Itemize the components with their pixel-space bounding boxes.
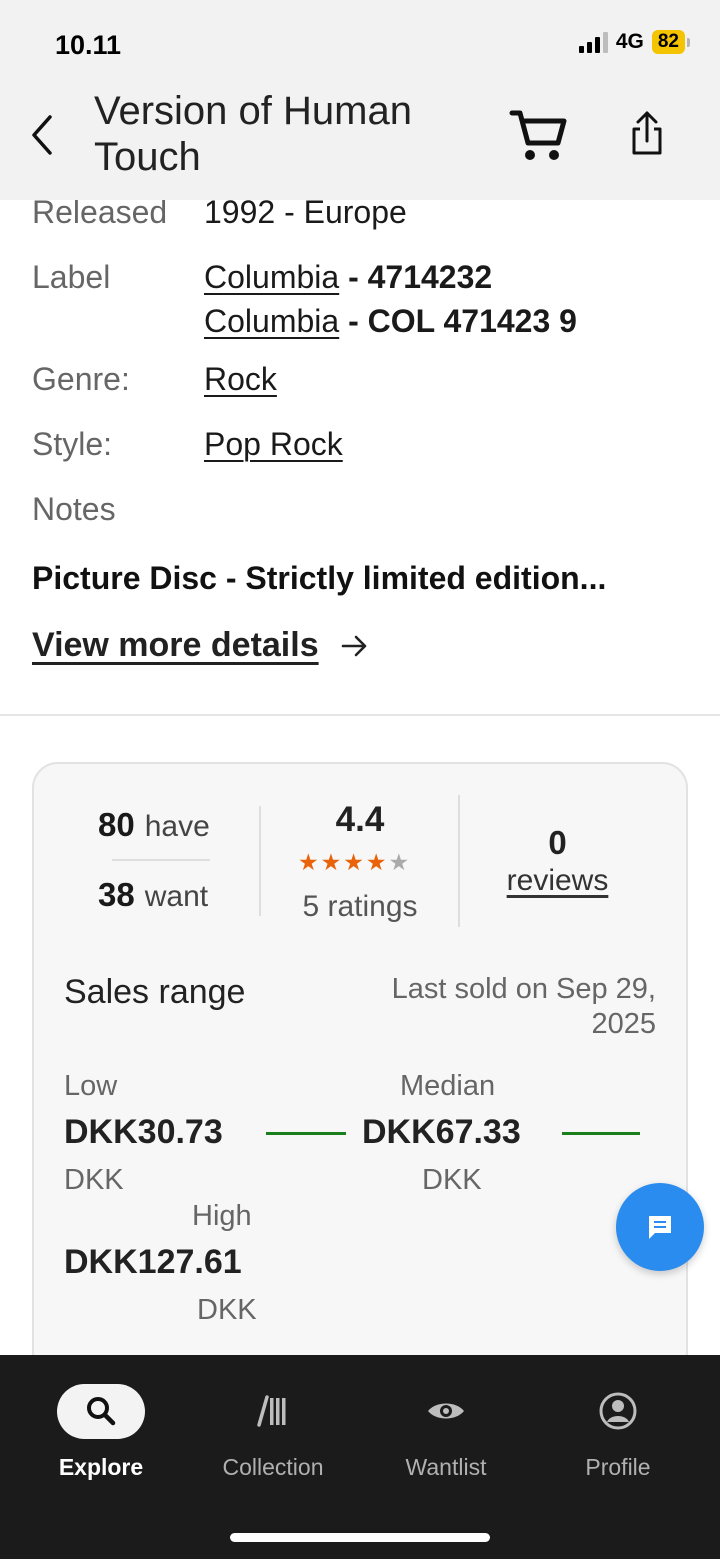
status-time: 10.11 xyxy=(55,30,122,60)
nav-collection[interactable]: Collection xyxy=(188,1381,358,1481)
nav-profile[interactable]: Profile xyxy=(533,1381,703,1481)
median-currency: DKK xyxy=(422,1164,482,1196)
style-label: Style: xyxy=(32,426,113,462)
label-entry: Columbia - COL 471423 9 xyxy=(204,303,577,340)
view-more-details-link[interactable]: View more details xyxy=(32,626,369,665)
search-icon xyxy=(87,1397,116,1426)
rating-stars: ★ ★ ★ ★ ★ xyxy=(298,848,409,876)
cart-icon xyxy=(509,110,567,160)
sales-range-title: Sales range xyxy=(64,973,246,1011)
low-label: Low xyxy=(64,1070,118,1102)
median-label: Median xyxy=(400,1070,496,1102)
collection-icon xyxy=(257,1395,286,1427)
reviews-count: 0 xyxy=(548,824,567,861)
star-icon: ★ xyxy=(365,849,387,875)
home-indicator xyxy=(230,1533,490,1542)
want-count: 38 want xyxy=(98,876,209,913)
last-sold-date: Last sold on Sep 29, 2025 xyxy=(391,973,656,1040)
profile-icon xyxy=(599,1392,637,1430)
nav-explore[interactable]: Explore xyxy=(16,1381,186,1481)
nav-label: Collection xyxy=(222,1454,324,1480)
battery-icon: 82 xyxy=(651,30,690,54)
reviews-link[interactable]: reviews xyxy=(490,864,625,898)
star-icon: ★ xyxy=(343,849,364,875)
ratings-count[interactable]: 5 ratings xyxy=(280,890,440,924)
eye-icon xyxy=(428,1403,464,1419)
rating-value: 4.4 xyxy=(335,800,385,839)
chevron-left-icon xyxy=(32,115,52,155)
share-button[interactable] xyxy=(622,105,672,165)
genre-label: Genre: xyxy=(32,361,130,397)
stat-divider xyxy=(112,859,210,861)
nav-wantlist[interactable]: Wantlist xyxy=(361,1381,531,1481)
high-label: High xyxy=(192,1200,252,1232)
network-type: 4G xyxy=(615,30,644,53)
nav-label: Explore xyxy=(58,1454,144,1480)
label-link[interactable]: Columbia xyxy=(204,259,339,295)
chat-button[interactable] xyxy=(616,1183,704,1271)
range-line xyxy=(266,1132,346,1135)
high-price: DKK127.61 xyxy=(64,1243,242,1281)
top-bar: 10.11 4G 82 Version of Human Touch xyxy=(0,0,720,200)
label-entry: Columbia - 4714232 xyxy=(204,259,492,296)
label-catno: - 4714232 xyxy=(339,259,493,295)
page-title: Version of Human Touch xyxy=(94,89,412,179)
genre-link[interactable]: Rock xyxy=(204,361,277,398)
high-currency: DKK xyxy=(197,1294,257,1326)
share-icon xyxy=(632,111,662,155)
battery-level: 82 xyxy=(651,30,685,54)
label-link[interactable]: Columbia xyxy=(204,303,339,339)
low-currency: DKK xyxy=(64,1164,124,1196)
low-price: DKK30.73 xyxy=(64,1113,223,1151)
back-button[interactable] xyxy=(22,110,62,160)
cart-button[interactable] xyxy=(508,105,568,165)
nav-label: Profile xyxy=(585,1454,651,1480)
notes-text: Picture Disc - Strictly limited edition.… xyxy=(32,560,607,596)
notes-label: Notes xyxy=(32,491,116,527)
chat-icon xyxy=(649,1216,671,1239)
median-price: DKK67.33 xyxy=(362,1113,521,1151)
nav-active-pill xyxy=(57,1383,145,1439)
section-divider xyxy=(0,714,720,716)
star-icon: ★ xyxy=(320,849,342,875)
star-icon: ★ xyxy=(388,849,410,875)
nav-label: Wantlist xyxy=(405,1454,487,1480)
arrow-right-icon xyxy=(341,635,366,656)
label-catno: - COL 471423 9 xyxy=(339,303,577,339)
range-line xyxy=(562,1132,640,1135)
label-label: Label xyxy=(32,259,111,295)
star-icon: ★ xyxy=(298,849,319,875)
style-link[interactable]: Pop Rock xyxy=(204,426,343,463)
status-indicators: 4G 82 xyxy=(578,30,690,54)
view-more-label: View more details xyxy=(32,626,319,664)
have-count: 80 have xyxy=(98,806,210,843)
signal-icon xyxy=(578,31,608,53)
vertical-divider xyxy=(458,795,460,927)
vertical-divider xyxy=(259,806,261,916)
